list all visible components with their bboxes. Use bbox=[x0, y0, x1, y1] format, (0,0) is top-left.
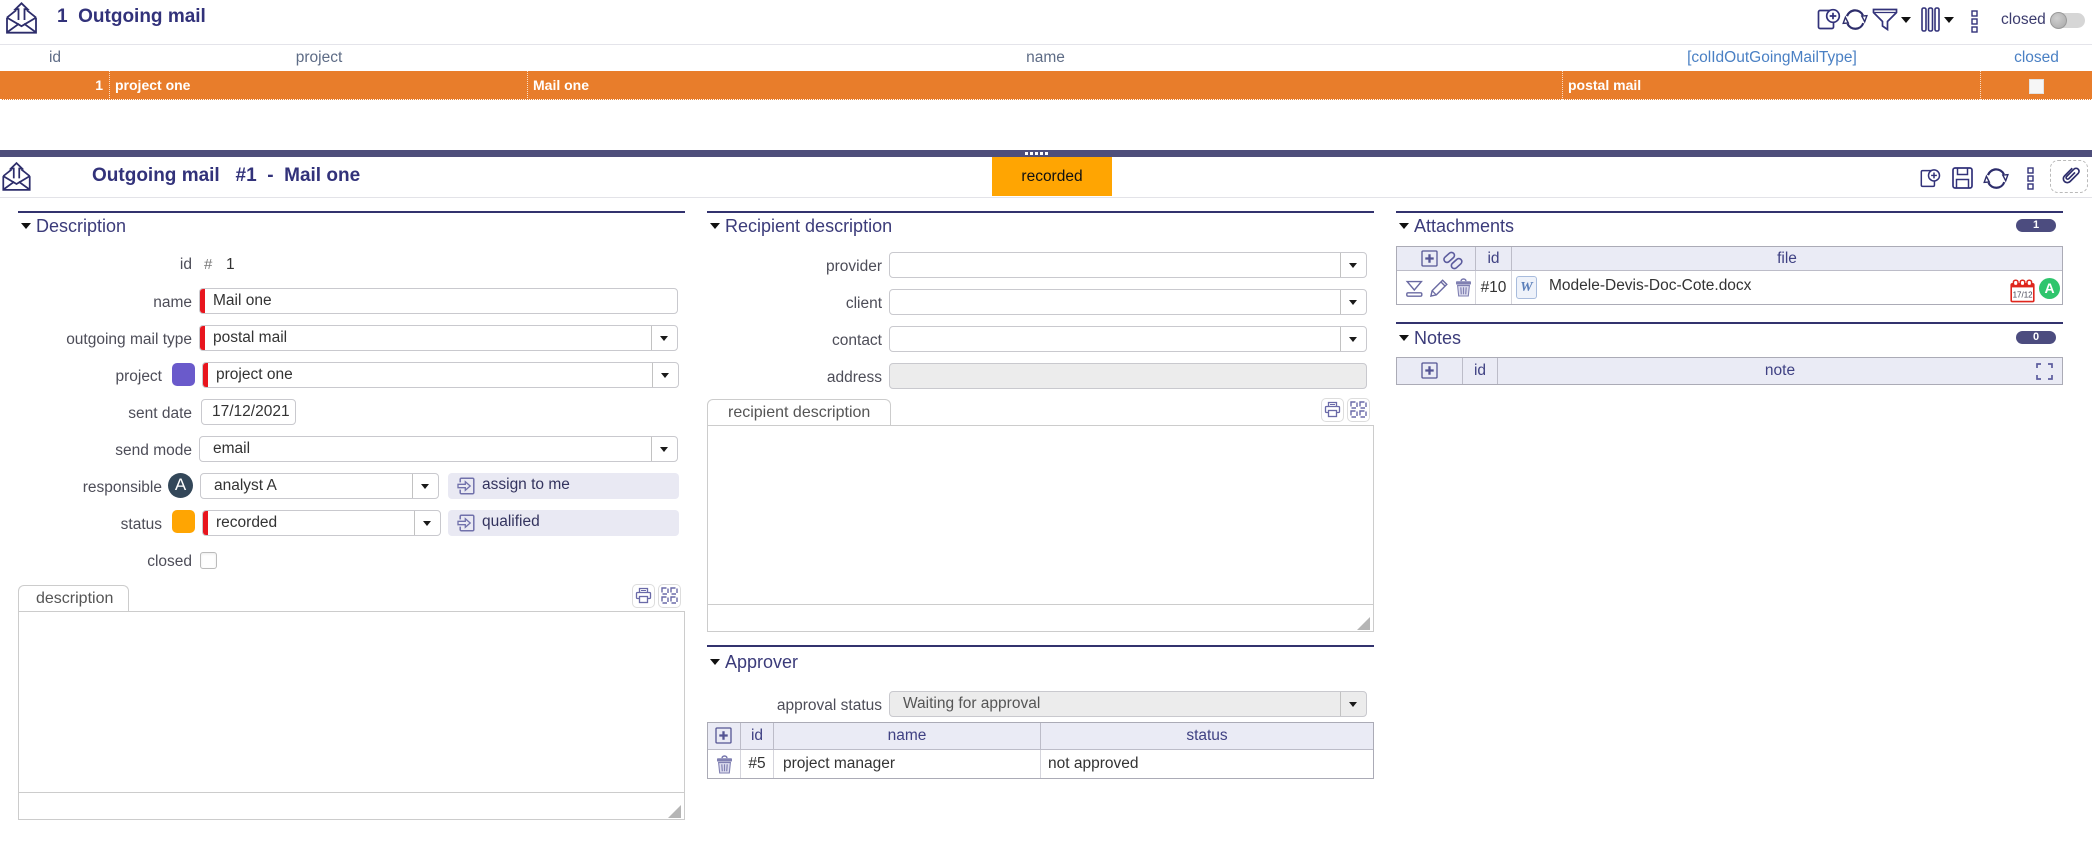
svg-text:17/12: 17/12 bbox=[2013, 291, 2034, 300]
